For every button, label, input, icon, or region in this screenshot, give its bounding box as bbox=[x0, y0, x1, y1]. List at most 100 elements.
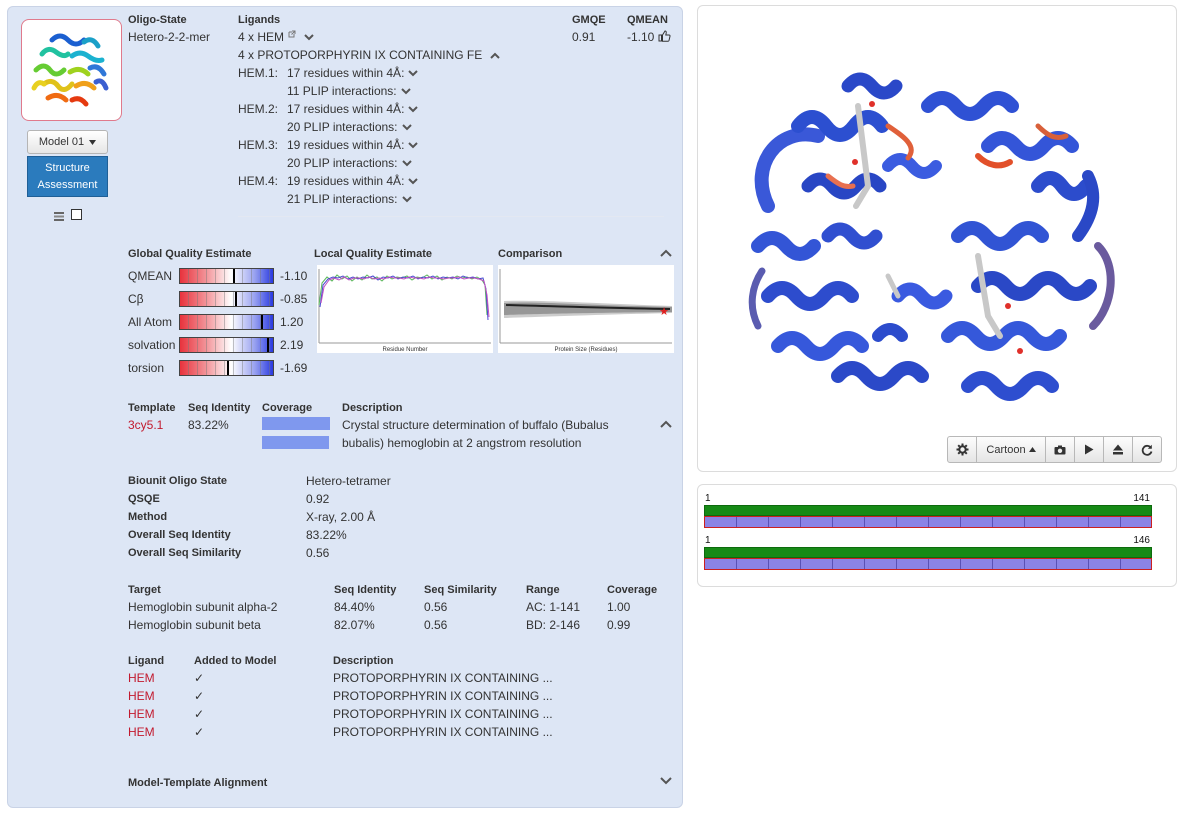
quality-metric-value: 2.19 bbox=[280, 338, 304, 352]
ligand-summary-2[interactable]: 4 x PROTOPORPHYRIN IX CONTAINING FE bbox=[238, 48, 500, 62]
model-star-marker: ★ bbox=[659, 305, 669, 318]
comparison-title: Comparison bbox=[498, 248, 563, 260]
qmean-value: -1.10 bbox=[627, 30, 655, 44]
biounit-value: 0.92 bbox=[306, 492, 330, 506]
qmean-value-group: -1.10 bbox=[627, 30, 671, 44]
structure-assessment-button[interactable]: Structure Assessment bbox=[27, 156, 108, 197]
biounit-label: QSQE bbox=[128, 493, 160, 505]
chevron-down-icon[interactable] bbox=[401, 160, 412, 167]
hem-residues-text: 17 residues within 4Å: bbox=[287, 66, 405, 80]
biounit-label: Overall Seq Identity bbox=[128, 529, 231, 541]
protein-thumbnail-image bbox=[31, 33, 109, 107]
settings-button[interactable] bbox=[947, 436, 977, 463]
quality-metric-value: 1.20 bbox=[280, 315, 304, 329]
local-quality-title: Local Quality Estimate bbox=[314, 248, 432, 260]
structure-assessment-line2: Assessment bbox=[37, 179, 98, 191]
gauge-ticks bbox=[180, 338, 273, 352]
target-range-header: Range bbox=[526, 584, 560, 596]
ligand-hem-link[interactable]: 4 x HEM bbox=[238, 30, 284, 44]
ligand-link[interactable]: HEM bbox=[128, 707, 155, 721]
protein-3d-render[interactable] bbox=[738, 66, 1128, 411]
hem-residues-toggle[interactable]: 19 residues within 4Å: bbox=[287, 174, 419, 188]
ligand-added-check: ✓ bbox=[194, 725, 205, 739]
local-quality-plot[interactable]: Residue Number bbox=[317, 265, 493, 353]
gauge-marker bbox=[233, 269, 235, 283]
biounit-value: 0.56 bbox=[306, 546, 330, 560]
play-button[interactable] bbox=[1074, 436, 1104, 463]
quality-metric-value: -0.85 bbox=[280, 292, 308, 306]
ligand-header: Ligand bbox=[128, 655, 165, 667]
refresh-icon bbox=[1141, 444, 1153, 456]
chevron-down-icon[interactable] bbox=[408, 106, 419, 113]
biounit-value: 83.22% bbox=[306, 528, 347, 542]
ligand-link[interactable]: HEM bbox=[128, 689, 155, 703]
reset-view-button[interactable] bbox=[1132, 436, 1162, 463]
gear-icon bbox=[956, 443, 968, 456]
target-sequence-bar[interactable] bbox=[704, 547, 1152, 558]
target-range-cell: AC: 1-141 bbox=[526, 600, 581, 614]
hem-plip-text: 20 PLIP interactions: bbox=[287, 156, 398, 170]
ligand-link[interactable]: HEM bbox=[128, 671, 155, 685]
quality-gauge bbox=[179, 337, 274, 353]
external-link-icon[interactable] bbox=[288, 30, 296, 38]
chevron-down-icon[interactable] bbox=[401, 196, 412, 203]
chevron-down-icon[interactable] bbox=[303, 34, 314, 41]
target-similarity-cell: 0.56 bbox=[424, 618, 448, 632]
gauge-marker bbox=[261, 315, 263, 329]
quality-metric-label: QMEAN bbox=[128, 269, 173, 283]
chevron-down-icon[interactable] bbox=[400, 88, 411, 95]
sequence-start: 1 bbox=[705, 493, 711, 504]
model-sequence-bar[interactable] bbox=[704, 558, 1152, 570]
hem-residues-toggle[interactable]: 19 residues within 4Å: bbox=[287, 138, 419, 152]
chevron-down-icon[interactable] bbox=[401, 124, 412, 131]
chevron-down-icon[interactable] bbox=[408, 70, 419, 77]
hem-plip-toggle[interactable]: 20 PLIP interactions: bbox=[287, 156, 412, 170]
comparison-chart: ★ Protein Size (Residues) bbox=[499, 269, 672, 353]
target-coverage-header: Coverage bbox=[607, 584, 658, 596]
layers-icon[interactable] bbox=[53, 211, 65, 222]
quality-gauge bbox=[179, 314, 274, 330]
comparison-plot[interactable]: ★ Protein Size (Residues) bbox=[498, 265, 674, 353]
collapse-template-icon[interactable] bbox=[660, 420, 672, 428]
target-identity-header: Seq Identity bbox=[334, 584, 397, 596]
ligand-summary-1[interactable]: 4 x HEM bbox=[238, 30, 314, 44]
quality-metric-label: Cβ bbox=[128, 292, 144, 306]
hem-plip-toggle[interactable]: 11 PLIP interactions: bbox=[287, 84, 411, 98]
gauge-marker bbox=[227, 361, 229, 375]
hem-plip-toggle[interactable]: 21 PLIP interactions: bbox=[287, 192, 412, 206]
gauge-ticks bbox=[180, 269, 273, 283]
hem-residues-toggle[interactable]: 17 residues within 4Å: bbox=[287, 102, 419, 116]
expand-alignment-icon[interactable] bbox=[660, 777, 672, 785]
model-select-button[interactable]: Model 01 bbox=[27, 130, 108, 154]
ligand-description-cell: PROTOPORPHYRIN IX CONTAINING ... bbox=[333, 671, 553, 685]
model-thumbnail[interactable] bbox=[21, 19, 122, 121]
hem-plip-text: 20 PLIP interactions: bbox=[287, 120, 398, 134]
model-sequence-bar[interactable] bbox=[704, 516, 1152, 528]
representation-label: Cartoon bbox=[986, 443, 1026, 456]
gauge-ticks bbox=[180, 292, 273, 306]
chevron-down-icon[interactable] bbox=[408, 142, 419, 149]
target-sequence-bar[interactable] bbox=[704, 505, 1152, 516]
ligand-description-cell: PROTOPORPHYRIN IX CONTAINING ... bbox=[333, 725, 553, 739]
play-icon bbox=[1085, 444, 1094, 455]
structure-viewer[interactable]: Cartoon bbox=[697, 5, 1177, 472]
ligand-link[interactable]: HEM bbox=[128, 725, 155, 739]
local-quality-chart: Residue Number bbox=[318, 269, 491, 353]
template-description-line1: Crystal structure determination of buffa… bbox=[342, 418, 609, 432]
hem-plip-text: 21 PLIP interactions: bbox=[287, 192, 398, 206]
hem-plip-toggle[interactable]: 20 PLIP interactions: bbox=[287, 120, 412, 134]
eject-button[interactable] bbox=[1103, 436, 1133, 463]
chevron-down-icon[interactable] bbox=[408, 178, 419, 185]
model-select-label: Model 01 bbox=[38, 136, 85, 148]
collapse-quality-icon[interactable] bbox=[660, 249, 672, 257]
ligand-description-cell: PROTOPORPHYRIN IX CONTAINING ... bbox=[333, 689, 553, 703]
chevron-up-icon[interactable] bbox=[489, 52, 500, 60]
alignment-title[interactable]: Model-Template Alignment bbox=[128, 777, 267, 789]
template-id-link[interactable]: 3cy5.1 bbox=[128, 418, 163, 432]
select-model-checkbox[interactable] bbox=[71, 209, 82, 220]
hem-name: HEM.1: bbox=[238, 66, 279, 80]
screenshot-button[interactable] bbox=[1045, 436, 1075, 463]
ligand-description-header: Description bbox=[333, 655, 394, 667]
representation-dropdown[interactable]: Cartoon bbox=[976, 436, 1046, 463]
hem-residues-toggle[interactable]: 17 residues within 4Å: bbox=[287, 66, 419, 80]
